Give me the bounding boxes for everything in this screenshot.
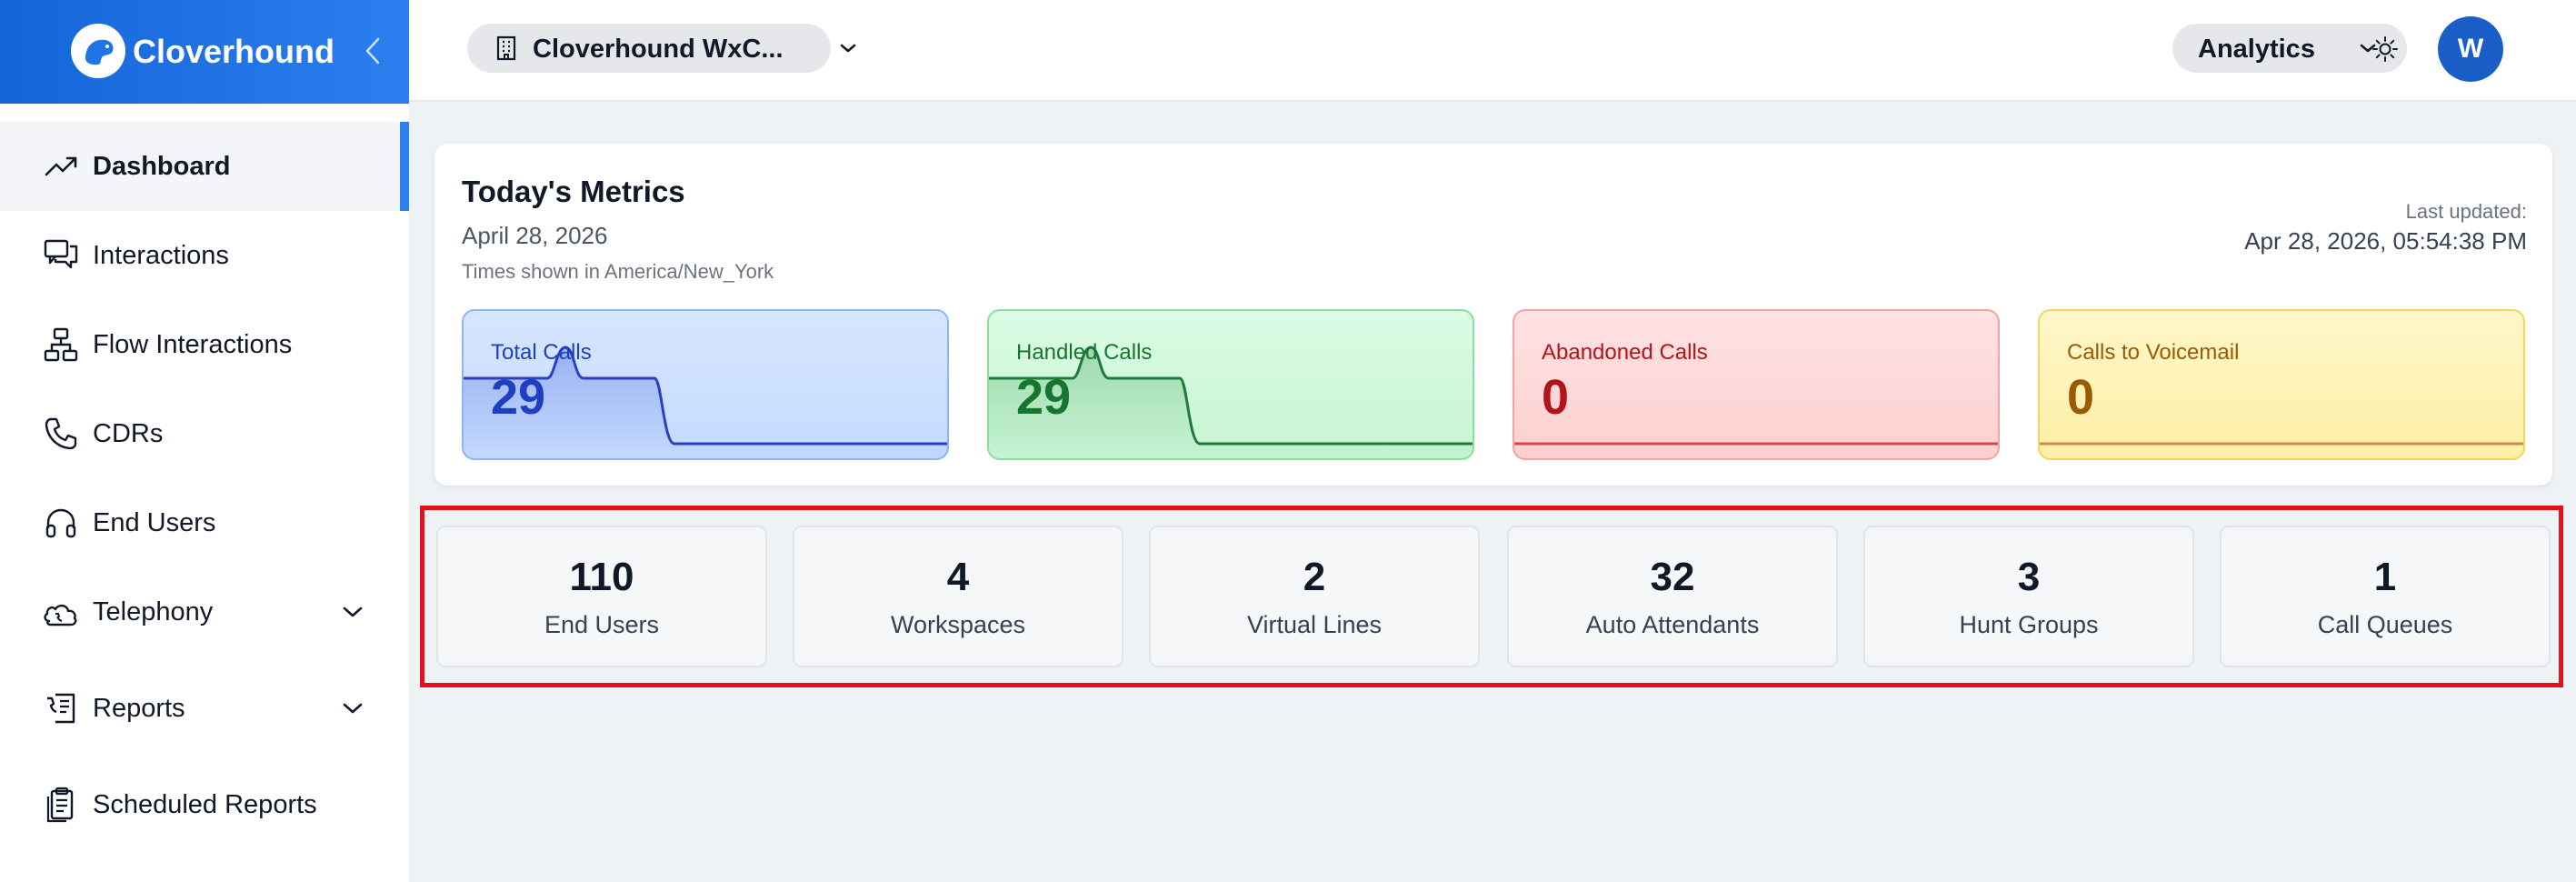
timezone-note: Times shown in America/New_York bbox=[462, 260, 774, 283]
tile-label: Total Calls bbox=[491, 340, 592, 365]
sidebar-item-reports[interactable]: Reports bbox=[0, 664, 409, 753]
sidebar: Cloverhound Dashboard Interactions Flow … bbox=[0, 0, 409, 882]
flow-diagram-icon bbox=[42, 326, 80, 364]
stat-value: 110 bbox=[569, 555, 634, 599]
cloverhound-logo-icon[interactable] bbox=[71, 24, 125, 78]
stat-value: 4 bbox=[946, 555, 970, 599]
abandoned-calls-tile[interactable]: Abandoned Calls 0 bbox=[1513, 309, 2000, 460]
chevron-down-icon[interactable] bbox=[338, 694, 367, 723]
phone-icon bbox=[42, 415, 80, 453]
top-bar: Cloverhound WxC... Analytics W bbox=[409, 0, 2576, 102]
stat-card-auto-attendants[interactable]: 32 Auto Attendants bbox=[1507, 526, 1838, 667]
analytics-label: Analytics bbox=[2198, 35, 2315, 64]
metrics-date: April 28, 2026 bbox=[462, 222, 608, 249]
organization-selector[interactable]: Cloverhound WxC... bbox=[467, 24, 856, 73]
last-updated-label: Last updated: bbox=[2405, 200, 2527, 223]
stat-card-end-users[interactable]: 110 End Users bbox=[436, 526, 767, 667]
clipboard-icon bbox=[42, 786, 80, 824]
sidebar-item-label: CDRs bbox=[93, 418, 164, 448]
total-calls-tile[interactable]: Total Calls 29 bbox=[462, 309, 949, 460]
theme-toggle-button[interactable] bbox=[2369, 33, 2401, 65]
stat-value: 2 bbox=[1303, 555, 1326, 599]
stat-label: End Users bbox=[544, 611, 660, 638]
voicemail-sparkline bbox=[2040, 442, 2523, 446]
sidebar-item-dashboard[interactable]: Dashboard bbox=[0, 122, 409, 211]
phone-document-icon bbox=[42, 689, 80, 727]
stat-value: 3 bbox=[2017, 555, 2041, 599]
tile-value: 29 bbox=[1016, 370, 1072, 425]
sidebar-item-label: Dashboard bbox=[93, 151, 231, 181]
sidebar-item-flow-interactions[interactable]: Flow Interactions bbox=[0, 300, 409, 389]
sidebar-item-label: Interactions bbox=[93, 240, 229, 270]
sidebar-item-cdrs[interactable]: CDRs bbox=[0, 389, 409, 478]
todays-metrics-card: Today's Metrics April 28, 2026 Times sho… bbox=[434, 144, 2552, 486]
stat-label: Auto Attendants bbox=[1585, 611, 1760, 638]
metrics-title: Today's Metrics bbox=[462, 175, 685, 208]
stat-value: 32 bbox=[1650, 555, 1695, 599]
chevron-left-icon bbox=[365, 37, 380, 65]
tile-label: Handled Calls bbox=[1016, 340, 1153, 365]
stat-card-workspaces[interactable]: 4 Workspaces bbox=[793, 526, 1123, 667]
tile-label: Abandoned Calls bbox=[1542, 340, 1708, 365]
stat-card-call-queues[interactable]: 1 Call Queues bbox=[2220, 526, 2551, 667]
building-icon bbox=[494, 35, 518, 65]
chevron-down-icon bbox=[838, 37, 858, 64]
sidebar-item-interactions[interactable]: Interactions bbox=[0, 211, 409, 300]
sidebar-item-end-users[interactable]: End Users bbox=[0, 478, 409, 567]
tile-value: 0 bbox=[2067, 370, 2095, 425]
stat-label: Workspaces bbox=[890, 611, 1026, 638]
trending-up-icon bbox=[42, 147, 80, 185]
sidebar-item-label: End Users bbox=[93, 507, 216, 537]
chevron-down-icon[interactable] bbox=[338, 597, 367, 626]
headset-icon bbox=[42, 504, 80, 542]
calls-to-voicemail-tile[interactable]: Calls to Voicemail 0 bbox=[2038, 309, 2525, 460]
sidebar-item-telephony[interactable]: Telephony bbox=[0, 567, 409, 656]
stat-label: Virtual Lines bbox=[1246, 611, 1383, 638]
phone-cloud-icon bbox=[42, 593, 80, 631]
collapse-sidebar-button[interactable] bbox=[358, 33, 387, 69]
abandoned-calls-sparkline bbox=[1514, 442, 1998, 446]
stat-label: Hunt Groups bbox=[1959, 611, 2099, 638]
stat-label: Call Queues bbox=[2317, 611, 2453, 638]
chat-bubbles-icon bbox=[42, 236, 80, 275]
sidebar-item-label: Scheduled Reports bbox=[93, 789, 317, 819]
sidebar-item-scheduled-reports[interactable]: Scheduled Reports bbox=[0, 760, 409, 849]
sidebar-item-label: Telephony bbox=[93, 596, 214, 626]
brand-name[interactable]: Cloverhound bbox=[133, 33, 334, 71]
sidebar-item-label: Reports bbox=[93, 693, 185, 723]
handled-calls-tile[interactable]: Handled Calls 29 bbox=[987, 309, 1474, 460]
organization-name: Cloverhound WxC... bbox=[533, 35, 784, 64]
last-updated-value: Apr 28, 2026, 05:54:38 PM bbox=[2244, 227, 2527, 255]
sun-icon bbox=[2372, 36, 2398, 62]
tile-value: 29 bbox=[491, 370, 546, 425]
brand-header: Cloverhound bbox=[0, 0, 409, 104]
user-avatar[interactable]: W bbox=[2438, 16, 2503, 82]
stat-card-hunt-groups[interactable]: 3 Hunt Groups bbox=[1863, 526, 2194, 667]
stat-value: 1 bbox=[2373, 555, 2397, 599]
stat-card-virtual-lines[interactable]: 2 Virtual Lines bbox=[1149, 526, 1480, 667]
tile-value: 0 bbox=[1542, 370, 1570, 425]
tile-label: Calls to Voicemail bbox=[2067, 340, 2240, 365]
sidebar-item-label: Flow Interactions bbox=[93, 329, 293, 359]
